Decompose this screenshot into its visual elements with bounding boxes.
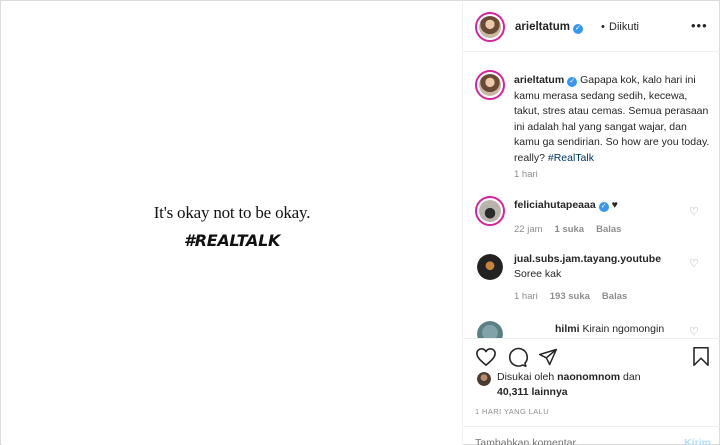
comment-like-heart-icon[interactable]: ♡ (689, 325, 699, 338)
post-header: arieltatum ✓ • Diikuti ••• (463, 2, 720, 52)
comment-reply-button[interactable]: Balas (596, 224, 621, 235)
follow-status-button[interactable]: Diikuti (609, 21, 639, 33)
post-comment-button[interactable]: Kirim (684, 437, 711, 445)
add-comment-input[interactable] (475, 437, 655, 445)
comment-bubble-icon[interactable] (507, 347, 528, 368)
header-separator: • (601, 21, 605, 33)
comment-time[interactable]: 1 hari (514, 291, 538, 302)
likes-prefix: Disukai oleh (497, 371, 555, 383)
likes-summary: Disukai oleh naonomnom dan 40,311 lainny… (497, 370, 641, 400)
comment-avatar-image (479, 200, 501, 222)
author-avatar-image (479, 16, 501, 38)
like-heart-icon[interactable] (475, 347, 497, 367)
post-image-hashtag: #REALTALK (183, 231, 281, 250)
post-image[interactable]: It's okay not to be okay. #REALTALK (2, 2, 462, 445)
author-username-text: arieltatum (515, 21, 570, 33)
caption-avatar-image (479, 74, 501, 96)
comment-row: jual.subs.jam.tayang.youtube (514, 253, 694, 265)
likes-count-link[interactable]: 40,311 lainnya (497, 386, 568, 398)
comment-avatar[interactable] (477, 321, 503, 338)
comment-avatar-image (477, 321, 503, 338)
comment-meta: 22 jam 1 suka Balas (514, 224, 621, 235)
comment-avatar[interactable] (477, 254, 503, 280)
post-modal: It's okay not to be okay. #REALTALK arie… (0, 0, 720, 445)
likes-mid: dan (623, 371, 641, 383)
author-username[interactable]: arieltatum ✓ (515, 21, 583, 34)
post-timestamp[interactable]: 1 HARI YANG LALU (475, 407, 549, 416)
liker-avatar[interactable] (477, 372, 491, 386)
caption-text: arieltatum ✓ Gapapa kok, kalo hari ini ka… (514, 73, 714, 166)
more-horizontal-icon[interactable]: ••• (691, 18, 708, 33)
save-bookmark-icon[interactable] (692, 346, 710, 367)
comment-like-heart-icon[interactable]: ♡ (689, 257, 699, 270)
share-send-icon[interactable] (538, 347, 558, 367)
caption-username[interactable]: arieltatum (514, 74, 564, 86)
comment-text: Soree kak (514, 268, 562, 280)
comment-row: feliciahutapeaaa ✓ ♥ (514, 199, 618, 212)
author-avatar[interactable] (475, 12, 505, 42)
post-image-quote: It's okay not to be okay. (153, 203, 311, 222)
comment-username[interactable]: feliciahutapeaaa (514, 199, 596, 211)
comment-avatar-image (477, 254, 503, 280)
comment-reply-button[interactable]: Balas (602, 291, 627, 302)
comment-likes[interactable]: 1 suka (555, 224, 585, 235)
verified-badge-icon: ✓ (567, 77, 578, 87)
comment-text: ♥ (611, 199, 618, 211)
caption-hashtag-link[interactable]: #RealTalk (548, 152, 594, 164)
comment-row-partial: hilmi Kirain ngomongin ♡ (463, 316, 720, 338)
add-comment-bar: Kirim (463, 426, 720, 445)
comment-username[interactable]: hilmi (555, 323, 580, 335)
comment-time[interactable]: 22 jam (514, 224, 543, 235)
verified-badge-icon: ✓ (598, 202, 609, 212)
comment-meta: 1 hari 193 suka Balas (514, 291, 627, 302)
comment-like-heart-icon[interactable]: ♡ (689, 205, 699, 218)
comment-text: Kirain ngomongin (582, 323, 665, 335)
comment-likes[interactable]: 193 suka (550, 291, 590, 302)
comment-username[interactable]: jual.subs.jam.tayang.youtube (514, 253, 661, 265)
verified-badge-icon: ✓ (572, 24, 583, 34)
caption-time[interactable]: 1 hari (514, 169, 538, 180)
comment-row: hilmi Kirain ngomongin (555, 323, 664, 335)
likes-user-link[interactable]: naonomnom (557, 371, 620, 383)
caption-body: Gapapa kok, kalo hari ini kamu merasa se… (514, 74, 710, 164)
liker-avatar-image (477, 372, 491, 386)
caption-avatar[interactable] (475, 70, 505, 100)
comment-avatar[interactable] (475, 196, 505, 226)
post-side-panel: arieltatum ✓ • Diikuti ••• arieltatum ✓ Ga… (462, 2, 720, 445)
